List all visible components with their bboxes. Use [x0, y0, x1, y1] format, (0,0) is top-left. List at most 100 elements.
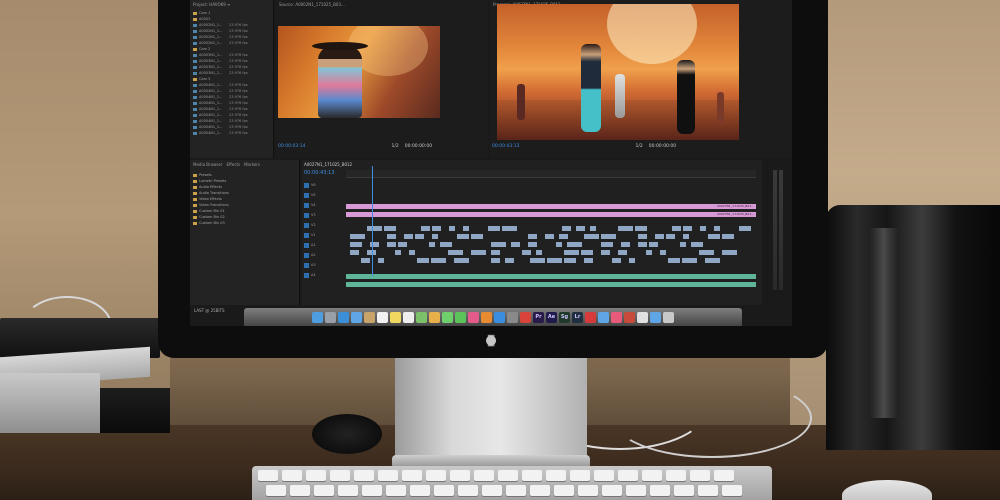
timeline-clip[interactable] — [528, 242, 537, 247]
timeline-clip[interactable] — [346, 282, 756, 287]
timeline-clip[interactable] — [564, 258, 576, 263]
timeline-clip[interactable] — [409, 250, 415, 255]
timeline-clip[interactable] — [387, 234, 396, 239]
photobooth-icon[interactable] — [624, 311, 635, 323]
music-icon[interactable] — [611, 311, 622, 323]
timeline-clip[interactable] — [722, 234, 734, 239]
project-list-item[interactable]: A0004N1_1... 23.976 fps — [193, 130, 271, 136]
timeline-clip[interactable] — [708, 234, 720, 239]
timeline-clip[interactable] — [530, 258, 545, 263]
timeline-clip[interactable] — [536, 250, 542, 255]
effects-tab[interactable]: Effects — [227, 162, 241, 167]
track-header[interactable]: A3 — [304, 262, 344, 268]
timeline-clip[interactable] — [361, 258, 370, 263]
timeline-clip[interactable] — [556, 242, 562, 247]
timeline-clip[interactable] — [567, 242, 582, 247]
timeline-clip[interactable] — [562, 226, 571, 231]
timeline-clip[interactable] — [601, 250, 610, 255]
timeline-clip[interactable] — [672, 226, 681, 231]
timeline-clip[interactable] — [576, 226, 585, 231]
timeline-clip[interactable] — [680, 242, 686, 247]
timeline-clip[interactable] — [584, 258, 593, 263]
timeline-clip[interactable] — [559, 234, 568, 239]
timeline-clip[interactable] — [646, 250, 652, 255]
timeline-clip[interactable] — [638, 242, 647, 247]
itunes-icon[interactable] — [468, 311, 479, 323]
track-header[interactable]: V1 — [304, 232, 344, 238]
track-header[interactable]: A4 — [304, 272, 344, 278]
timeline-clip[interactable] — [488, 226, 500, 231]
timeline-clip[interactable] — [649, 242, 658, 247]
timeline-clip[interactable] — [457, 234, 469, 239]
finder-icon[interactable] — [312, 311, 323, 323]
timeline-clip[interactable] — [511, 242, 520, 247]
track-header[interactable]: A2 — [304, 252, 344, 258]
track-header[interactable]: V4 — [304, 202, 344, 208]
timeline-clip[interactable] — [590, 226, 596, 231]
timeline-clip[interactable] — [683, 226, 692, 231]
timeline-clip[interactable]: A0027N1_171025_B01... — [346, 204, 756, 209]
track-header[interactable]: V3 — [304, 212, 344, 218]
timeline-clip[interactable] — [387, 242, 396, 247]
timeline-clip[interactable] — [618, 226, 633, 231]
timeline-clip[interactable] — [463, 226, 469, 231]
timeline-clip[interactable] — [432, 234, 438, 239]
track-target-toggle[interactable] — [304, 192, 309, 198]
track-target-toggle[interactable] — [304, 222, 309, 228]
track-target-toggle[interactable] — [304, 182, 309, 188]
timeline-clip[interactable] — [691, 242, 703, 247]
screenflow-icon[interactable] — [637, 311, 648, 323]
timeline-clip[interactable] — [699, 250, 714, 255]
timeline-clip[interactable] — [683, 234, 689, 239]
timeline-clip[interactable] — [502, 226, 517, 231]
timeline-clip[interactable]: A0027N1_171025_B01... — [346, 212, 756, 217]
timeline-clip[interactable] — [621, 242, 630, 247]
timeline-clip[interactable] — [601, 242, 613, 247]
timeline-clip[interactable] — [505, 258, 514, 263]
timeline-clip[interactable] — [429, 242, 435, 247]
timeline-clip[interactable] — [722, 250, 737, 255]
track-target-toggle[interactable] — [304, 202, 309, 208]
timeline-clip[interactable] — [601, 234, 616, 239]
timeline-clip[interactable] — [346, 274, 756, 279]
timeline-clip[interactable] — [612, 258, 621, 263]
timeline-clip[interactable] — [432, 226, 441, 231]
timeline-clip[interactable] — [618, 250, 627, 255]
timeline-clip[interactable] — [581, 250, 593, 255]
downloads-icon[interactable] — [650, 311, 661, 323]
source-monitor-title[interactable]: Source: A0002N1_171025_B03... — [279, 2, 345, 7]
preferences-icon[interactable] — [507, 311, 518, 323]
timeline-clip[interactable] — [395, 250, 401, 255]
timeline-clip[interactable] — [350, 234, 365, 239]
notes-icon[interactable] — [390, 311, 401, 323]
safari-icon[interactable] — [338, 311, 349, 323]
timeline-clip[interactable] — [635, 226, 647, 231]
timeline-clip[interactable] — [705, 258, 720, 263]
timeline-clip[interactable] — [415, 234, 424, 239]
timeline-clip[interactable] — [378, 258, 384, 263]
photos-icon[interactable] — [429, 311, 440, 323]
messages-icon[interactable] — [442, 311, 453, 323]
aftereffects-icon[interactable]: Ae — [546, 311, 557, 323]
speedgrade-icon[interactable]: Sg — [559, 311, 570, 323]
timeline-clip[interactable] — [404, 234, 413, 239]
timeline-clip[interactable] — [421, 226, 430, 231]
playhead[interactable] — [372, 166, 373, 276]
timeline-clip[interactable] — [638, 234, 647, 239]
timeline-clip[interactable] — [547, 258, 562, 263]
timeline-clip[interactable] — [522, 250, 531, 255]
track-target-toggle[interactable] — [304, 252, 309, 258]
timeline-clip[interactable] — [655, 234, 664, 239]
timeline-clip[interactable] — [471, 250, 486, 255]
calendar-icon[interactable] — [377, 311, 388, 323]
program-timecode-left[interactable]: 00:00:43:13 — [492, 144, 519, 149]
trash-icon[interactable] — [663, 311, 674, 323]
facetime-icon[interactable] — [455, 311, 466, 323]
timeline-ruler[interactable] — [346, 170, 756, 178]
timeline-clip[interactable] — [440, 242, 452, 247]
launchpad-icon[interactable] — [325, 311, 336, 323]
timeline-clip[interactable] — [431, 258, 446, 263]
timeline-clip[interactable] — [668, 258, 680, 263]
timeline-clip[interactable] — [350, 250, 359, 255]
appstore-icon[interactable] — [494, 311, 505, 323]
